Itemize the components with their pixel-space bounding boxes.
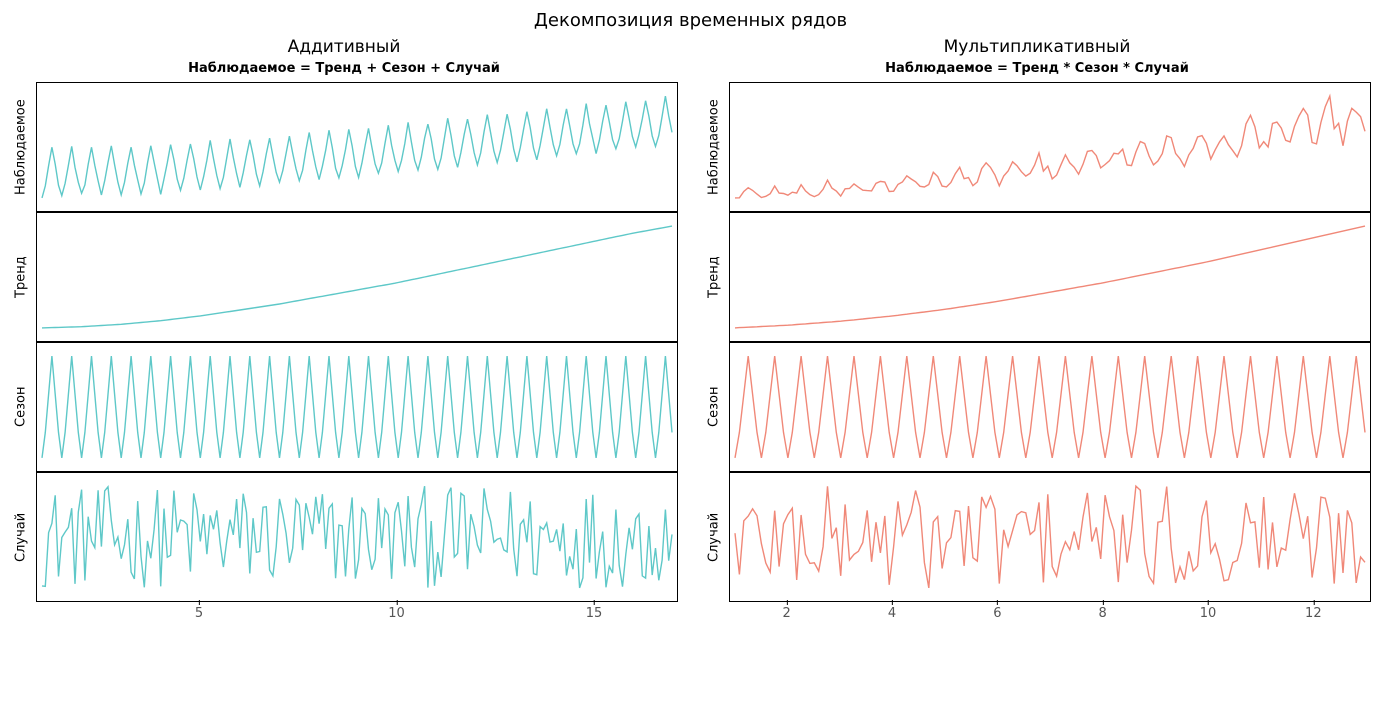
xtick: 4: [888, 606, 896, 621]
xtick: 2: [783, 606, 791, 621]
additive-random-panel: Случай: [10, 472, 678, 602]
multiplicative-observed-plot: [729, 82, 1371, 212]
multiplicative-panels: Наблюдаемое Тренд Сезон Случай: [703, 82, 1371, 602]
multiplicative-random-panel: Случай: [703, 472, 1371, 602]
main-title: Декомпозиция временных рядов: [0, 0, 1381, 31]
ylabel-seasonal: Сезон: [10, 342, 32, 472]
xtick: 15: [586, 606, 603, 621]
additive-panels: Наблюдаемое Тренд Сезон Случай: [10, 82, 678, 602]
xtick: 10: [388, 606, 405, 621]
multiplicative-subtitle: Наблюдаемое = Тренд * Сезон * Случай: [703, 61, 1371, 76]
ylabel-seasonal: Сезон: [703, 342, 725, 472]
additive-subtitle: Наблюдаемое = Тренд + Сезон + Случай: [10, 61, 678, 76]
ylabel-observed: Наблюдаемое: [10, 82, 32, 212]
ylabel-observed: Наблюдаемое: [703, 82, 725, 212]
additive-random-plot: [36, 472, 678, 602]
xtick: 6: [993, 606, 1001, 621]
multiplicative-column: Мультипликативный Наблюдаемое = Тренд * …: [703, 31, 1371, 628]
ylabel-trend: Тренд: [10, 212, 32, 342]
multiplicative-seasonal-panel: Сезон: [703, 342, 1371, 472]
additive-seasonal-panel: Сезон: [10, 342, 678, 472]
multiplicative-trend-panel: Тренд: [703, 212, 1371, 342]
multiplicative-xaxis: 2 4 6 8 10 12: [729, 602, 1371, 628]
xtick: 8: [1099, 606, 1107, 621]
multiplicative-trend-plot: [729, 212, 1371, 342]
xtick: 5: [195, 606, 203, 621]
additive-observed-panel: Наблюдаемое: [10, 82, 678, 212]
multiplicative-seasonal-plot: [729, 342, 1371, 472]
additive-observed-plot: [36, 82, 678, 212]
additive-xaxis: 5 10 15: [36, 602, 678, 628]
multiplicative-observed-panel: Наблюдаемое: [703, 82, 1371, 212]
ylabel-trend: Тренд: [703, 212, 725, 342]
additive-title: Аддитивный: [10, 37, 678, 57]
ylabel-random: Случай: [10, 472, 32, 602]
xtick: 10: [1200, 606, 1217, 621]
ylabel-random: Случай: [703, 472, 725, 602]
xtick: 12: [1305, 606, 1322, 621]
multiplicative-random-plot: [729, 472, 1371, 602]
additive-trend-plot: [36, 212, 678, 342]
additive-trend-panel: Тренд: [10, 212, 678, 342]
additive-seasonal-plot: [36, 342, 678, 472]
additive-column: Аддитивный Наблюдаемое = Тренд + Сезон +…: [10, 31, 678, 628]
multiplicative-title: Мультипликативный: [703, 37, 1371, 57]
